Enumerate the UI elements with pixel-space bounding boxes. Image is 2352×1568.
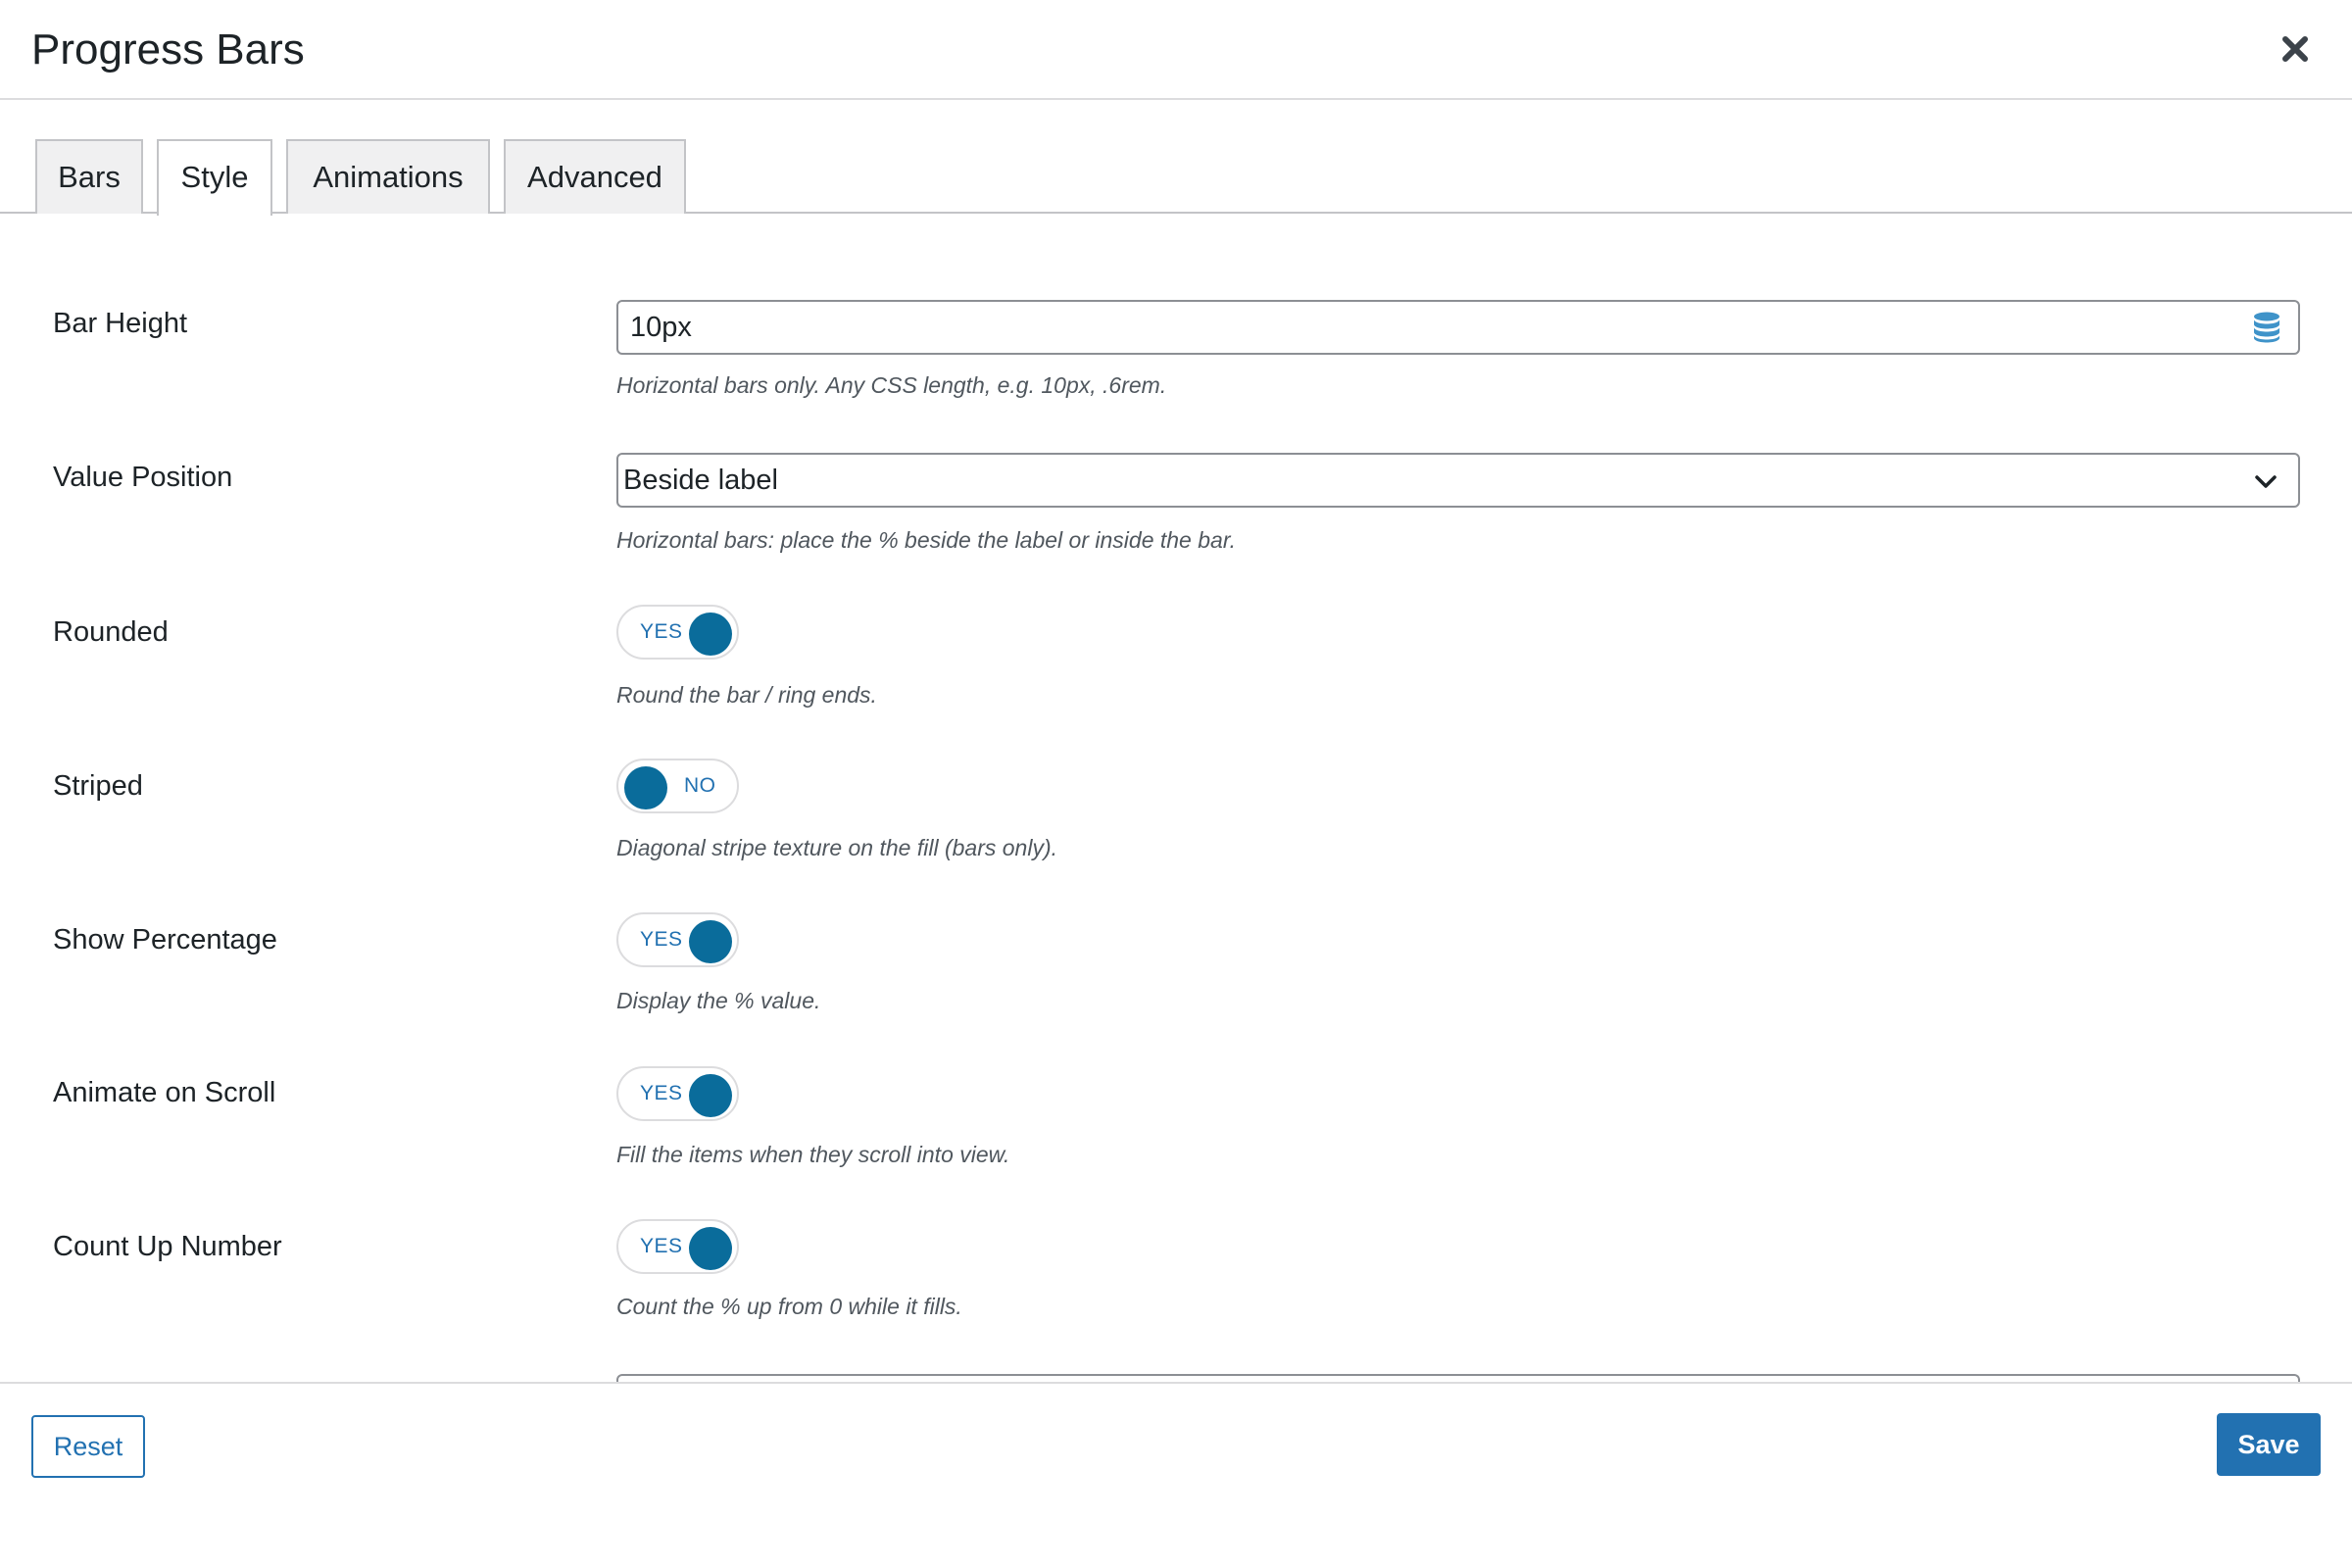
modal-title: Progress Bars [31,25,305,74]
striped-label: Striped [53,770,143,802]
chevron-down-icon [2253,470,2278,492]
toggle-knob [689,1227,732,1270]
show-percentage-help: Display the % value. [616,988,821,1013]
modal-footer: Reset Save [0,1382,2352,1568]
rounded-help: Round the bar / ring ends. [616,682,877,708]
value-position-label: Value Position [53,462,233,493]
show-percentage-toggle-state: YES [640,928,683,951]
reset-button[interactable]: Reset [31,1415,145,1478]
rounded-label: Rounded [53,616,169,648]
tab-bars[interactable]: Bars [35,139,143,214]
show-percentage-toggle[interactable]: YES [616,912,739,967]
bar-height-label: Bar Height [53,308,188,339]
tab-advanced[interactable]: Advanced [504,139,686,214]
striped-help: Diagonal stripe texture on the fill (bar… [616,835,1057,860]
modal-header: Progress Bars [0,0,2352,100]
animate-on-scroll-help: Fill the items when they scroll into vie… [616,1142,1010,1167]
striped-toggle[interactable]: NO [616,759,739,813]
animate-on-scroll-toggle[interactable]: YES [616,1066,739,1121]
bar-height-field-wrap [616,300,2300,355]
count-up-number-label: Count Up Number [53,1231,282,1262]
tab-bar: Bars Style Animations Advanced [0,100,2352,216]
tab-style[interactable]: Style [157,139,272,216]
toggle-knob [689,920,732,963]
toggle-knob [689,612,732,656]
close-icon [2282,36,2308,62]
rounded-toggle-state: YES [640,620,683,643]
close-button[interactable] [2276,29,2315,69]
database-icon[interactable] [2251,311,2282,344]
count-up-number-toggle[interactable]: YES [616,1219,739,1274]
striped-toggle-state: NO [684,774,716,797]
tab-animations[interactable]: Animations [286,139,490,214]
toggle-knob [624,766,667,809]
next-field-input-partial[interactable] [616,1374,2300,1382]
value-position-select[interactable]: Beside label [616,453,2300,508]
bar-height-help: Horizontal bars only. Any CSS length, e.… [616,372,1167,398]
bar-height-input[interactable] [616,300,2300,355]
count-up-number-help: Count the % up from 0 while it fills. [616,1294,962,1319]
style-settings-panel: Bar Height Horizontal bars only. Any CSS… [0,214,2352,1382]
progress-bars-modal: Progress Bars Bars Style Animations Adva… [0,0,2352,1568]
show-percentage-label: Show Percentage [53,924,277,956]
animate-on-scroll-label: Animate on Scroll [53,1077,276,1108]
rounded-toggle[interactable]: YES [616,605,739,660]
save-button[interactable]: Save [2217,1413,2321,1476]
toggle-knob [689,1074,732,1117]
animate-on-scroll-toggle-state: YES [640,1082,683,1104]
count-up-number-toggle-state: YES [640,1235,683,1257]
value-position-selected: Beside label [623,465,778,496]
value-position-help: Horizontal bars: place the % beside the … [616,527,1237,553]
